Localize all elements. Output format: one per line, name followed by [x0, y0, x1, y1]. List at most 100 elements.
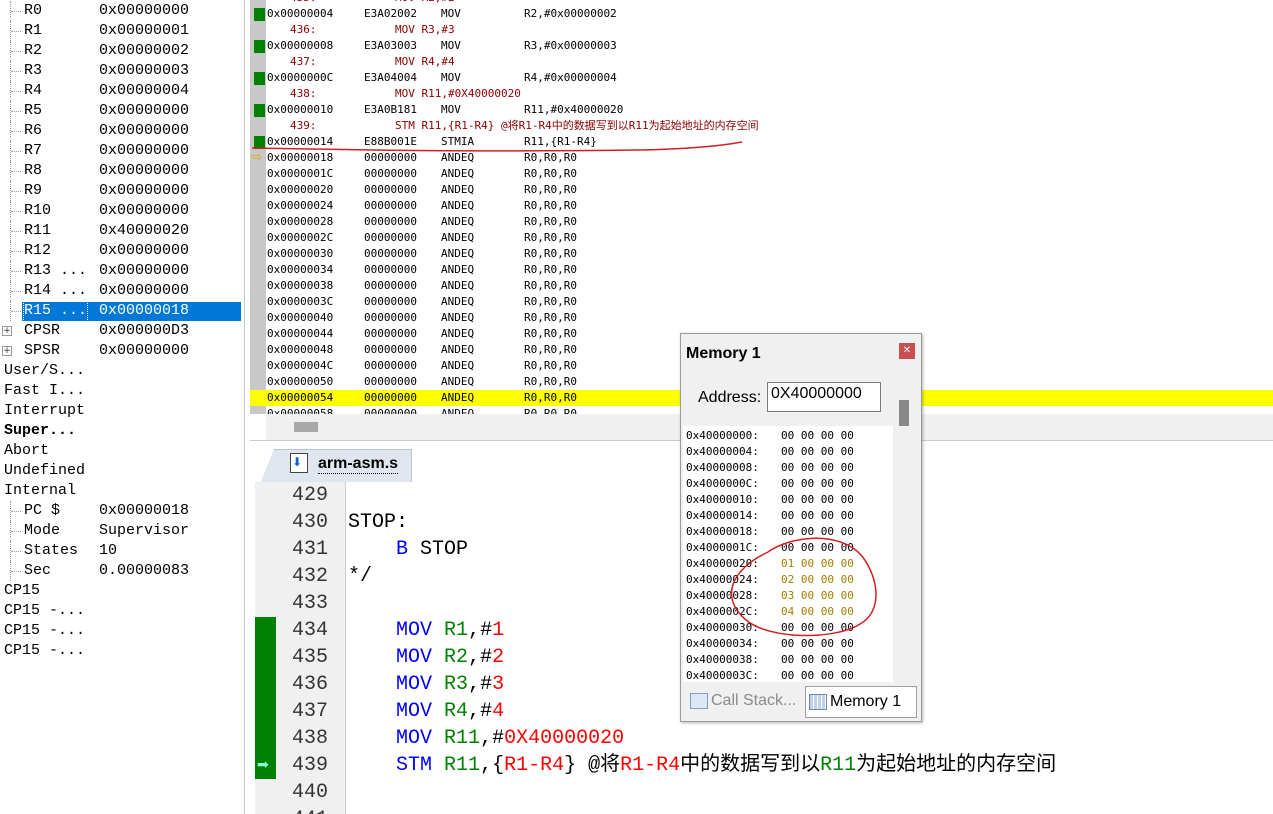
disassembly-line[interactable]: 0x0000000C E3A04004 MOV R4,#0x00000004	[250, 70, 1273, 86]
register-row[interactable]: PC $ 0x00000018	[0, 501, 244, 521]
memory-row[interactable]: 0x40000014: 00 00 00 00	[686, 508, 893, 524]
memory-row[interactable]: 0x4000001C: 00 00 00 00	[686, 540, 893, 556]
tab-label[interactable]: arm-asm.s	[318, 455, 399, 474]
opcode: E3A04004	[364, 71, 417, 84]
disassembly-line[interactable]: 0x00000014 E88B001E STMIA R11,{R1-R4}	[250, 134, 1273, 150]
disassembly-line[interactable]: 0x0000002C 00000000 ANDEQ R0,R0,R0	[250, 230, 1273, 246]
memory-bytes: 00 00 00 00	[781, 669, 854, 682]
register-row[interactable]: Internal	[0, 481, 244, 501]
register-row[interactable]: CP15 -...	[0, 641, 244, 661]
register-row[interactable]: R5 0x00000000	[0, 101, 244, 121]
memory-row[interactable]: 0x4000003C: 00 00 00 00	[686, 668, 893, 682]
register-row[interactable]: R10 0x00000000	[0, 201, 244, 221]
register-row[interactable]: R2 0x00000002	[0, 41, 244, 61]
register-row[interactable]: Sec 0.00000083	[0, 561, 244, 581]
register-row[interactable]: Super...	[0, 421, 244, 441]
register-row[interactable]: R6 0x00000000	[0, 121, 244, 141]
memory-row[interactable]: 0x40000010: 00 00 00 00	[686, 492, 893, 508]
code-text: MOV R3,#3	[396, 673, 505, 696]
register-row[interactable]: CP15 -...	[0, 621, 244, 641]
memory-bytes: 02 00 00 00	[781, 573, 854, 586]
operands: R0,R0,R0	[524, 295, 577, 308]
register-row[interactable]: User/S...	[0, 361, 244, 381]
register-row[interactable]: Abort	[0, 441, 244, 461]
register-row[interactable]: R11 0x40000020	[0, 221, 244, 241]
expand-icon[interactable]: +	[2, 346, 12, 356]
disassembly-line[interactable]: 0x00000040 00000000 ANDEQ R0,R0,R0	[250, 310, 1273, 326]
mnemonic: MOV	[441, 103, 461, 116]
source-line[interactable]: 438: MOV R11,#0X40000020	[250, 86, 1273, 102]
register-name: PC $	[24, 502, 61, 519]
register-row[interactable]: R13 ... 0x00000000	[0, 261, 244, 281]
mnemonic: ANDEQ	[441, 391, 475, 404]
close-icon[interactable]: ✕	[899, 343, 915, 359]
register-row[interactable]: R9 0x00000000	[0, 181, 244, 201]
memory-row[interactable]: 0x40000028: 03 00 00 00	[686, 588, 893, 604]
disassembly-line[interactable]: 0x00000024 00000000 ANDEQ R0,R0,R0	[250, 198, 1273, 214]
disassembly-line[interactable]: 0x0000001C 00000000 ANDEQ R0,R0,R0	[250, 166, 1273, 182]
memory-row[interactable]: 0x40000020: 01 00 00 00	[686, 556, 893, 572]
disassembly-line[interactable]: ⇨ 0x00000018 00000000 ANDEQ R0,R0,R0	[250, 150, 1273, 166]
memory-scrollbar-thumb[interactable]	[899, 400, 909, 426]
disassembly-line[interactable]: 0x00000004 E3A02002 MOV R2,#0x00000002	[250, 6, 1273, 22]
disassembly-line[interactable]: 0x00000038 00000000 ANDEQ R0,R0,R0	[250, 278, 1273, 294]
editor-line[interactable]: ➡ 439 STM R11,{R1-R4} @将R1-R4中的数据写到以R11为起…	[250, 752, 1273, 779]
disassembly-line[interactable]: 0x00000010 E3A0B181 MOV R11,#0x40000020	[250, 102, 1273, 118]
memory-row[interactable]: 0x40000038: 00 00 00 00	[686, 652, 893, 668]
disassembly-line[interactable]: 0x0000003C 00000000 ANDEQ R0,R0,R0	[250, 294, 1273, 310]
memory-row[interactable]: 0x4000000C: 00 00 00 00	[686, 476, 893, 492]
operands: R0,R0,R0	[524, 183, 577, 196]
disassembly-line[interactable]: 0x00000030 00000000 ANDEQ R0,R0,R0	[250, 246, 1273, 262]
register-row[interactable]: Mode Supervisor	[0, 521, 244, 541]
register-row[interactable]: + SPSR 0x00000000	[0, 341, 244, 361]
source-line[interactable]: 437: MOV R4,#4	[250, 54, 1273, 70]
register-range: R1-R4	[504, 754, 565, 777]
editor-line[interactable]: 438 MOV R11,#0X40000020	[250, 725, 1273, 752]
opcode: 00000000	[364, 343, 417, 356]
memory-row[interactable]: 0x40000024: 02 00 00 00	[686, 572, 893, 588]
memory-window-title: Memory 1	[686, 345, 761, 362]
register-row[interactable]: Undefined	[0, 461, 244, 481]
tab-memory-1[interactable]: Memory 1	[805, 686, 917, 718]
register-row[interactable]: R3 0x00000003	[0, 61, 244, 81]
disassembly-line[interactable]: 0x00000034 00000000 ANDEQ R0,R0,R0	[250, 262, 1273, 278]
address-input[interactable]: 0X40000000	[767, 382, 881, 412]
memory-row[interactable]: 0x40000030: 00 00 00 00	[686, 620, 893, 636]
register-row[interactable]: Fast I...	[0, 381, 244, 401]
register-row[interactable]: R0 0x00000000	[0, 1, 244, 21]
mnemonic: ANDEQ	[441, 311, 475, 324]
instruction-address: 0x00000010	[267, 103, 334, 116]
scrollbar-thumb[interactable]	[294, 422, 318, 432]
register-value: 0x00000000	[99, 202, 190, 219]
register-row[interactable]: States 10	[0, 541, 244, 561]
disassembly-line[interactable]: 0x00000020 00000000 ANDEQ R0,R0,R0	[250, 182, 1273, 198]
editor-line[interactable]: 440	[250, 779, 1273, 806]
register-row[interactable]: CP15 -...	[0, 601, 244, 621]
memory-row[interactable]: 0x40000008: 00 00 00 00	[686, 460, 893, 476]
memory-row[interactable]: 0x40000004: 00 00 00 00	[686, 444, 893, 460]
register-row[interactable]: R7 0x00000000	[0, 141, 244, 161]
register-row[interactable]: R14 ... 0x00000000	[0, 281, 244, 301]
source-line[interactable]: 439: STM R11,{R1-R4} @将R1-R4中的数据写到以R11为起始…	[250, 118, 1273, 134]
source-line[interactable]: 436: MOV R3,#3	[250, 22, 1273, 38]
register-row[interactable]: + CPSR 0x000000D3	[0, 321, 244, 341]
register-row[interactable]: R1 0x00000001	[0, 21, 244, 41]
register-row[interactable]: R4 0x00000004	[0, 81, 244, 101]
expand-icon[interactable]: +	[2, 326, 12, 336]
disassembly-line[interactable]: 0x00000028 00000000 ANDEQ R0,R0,R0	[250, 214, 1273, 230]
memory-row[interactable]: 0x40000018: 00 00 00 00	[686, 524, 893, 540]
disassembly-line[interactable]: 0x00000008 E3A03003 MOV R3,#0x00000003	[250, 38, 1273, 54]
register-row[interactable]: R8 0x00000000	[0, 161, 244, 181]
instruction-address: 0x00000024	[267, 199, 334, 212]
editor-line[interactable]: 441	[250, 806, 1273, 814]
register-row[interactable]: R15 ... 0x00000018	[0, 300, 244, 322]
register-row[interactable]: CP15	[0, 581, 244, 601]
memory-bytes: 00 00 00 00	[781, 493, 854, 506]
register-row[interactable]: Interrupt	[0, 401, 244, 421]
register-row[interactable]: R12 0x00000000	[0, 241, 244, 261]
tab-call-stack[interactable]: Call Stack...	[687, 686, 796, 716]
memory-row[interactable]: 0x4000002C: 04 00 00 00	[686, 604, 893, 620]
memory-row[interactable]: 0x40000000: 00 00 00 00	[686, 428, 893, 444]
memory-row[interactable]: 0x40000034: 00 00 00 00	[686, 636, 893, 652]
memory-address: 0x40000000:	[686, 429, 759, 442]
